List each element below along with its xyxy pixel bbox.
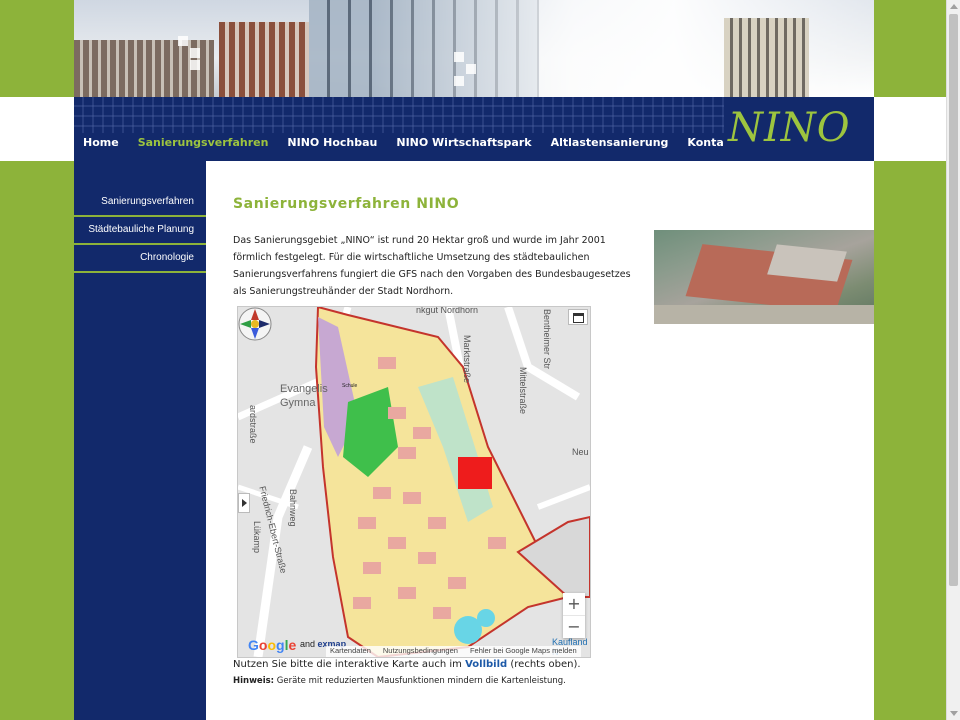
nino-logo: NINO (728, 105, 851, 151)
aerial-street (654, 305, 874, 324)
sidebar-item-label: Chronologie (140, 252, 194, 263)
page-scrollbar[interactable] (946, 0, 960, 720)
scroll-up-arrow-icon[interactable] (950, 4, 958, 9)
sidebar-item-chronologie[interactable]: Chronologie (74, 245, 206, 273)
decor-square (190, 48, 200, 58)
decor-square (454, 76, 464, 86)
map-label-mittelstrasse: Mittelstraße (518, 367, 528, 415)
map-label-neu: Neu (572, 447, 589, 457)
sidebar-item-label: Sanierungsverfahren (101, 196, 194, 207)
nav-sanierungsverfahren[interactable]: Sanierungsverfahren (129, 133, 279, 153)
google-logo: Google (248, 637, 297, 653)
interactive-map[interactable]: nkgut Nordhorn Marktstraße Mittelstraße … (237, 306, 591, 658)
scroll-down-arrow-icon[interactable] (950, 711, 958, 716)
decor-square (190, 60, 200, 70)
scroll-thumb[interactable] (949, 14, 958, 586)
logo-box[interactable]: NINO (724, 97, 874, 161)
decor-square (454, 52, 464, 62)
nav-nino-hochbau[interactable]: NINO Hochbau (278, 133, 387, 153)
map-label-ardstrasse: ardstraße (248, 405, 258, 444)
sidebar-item-sanierungsverfahren[interactable]: Sanierungsverfahren (74, 189, 206, 217)
fullscreen-button[interactable] (568, 309, 588, 325)
sidebar-item-label: Städtebauliche Planung (88, 224, 194, 235)
sidebar-item-staedtebauliche-planung[interactable]: Städtebauliche Planung (74, 217, 206, 245)
attrib-kartendaten[interactable]: Kartendaten (330, 646, 371, 657)
map-label-evangel: Evangelis (280, 383, 328, 395)
map-attribution: Kartendaten Nutzungsbedingungen Fehler b… (326, 646, 581, 657)
map-label-gymn: Gymna (280, 397, 316, 409)
map-label-marktstrasse: Marktstraße (462, 335, 472, 384)
decor-square (466, 64, 476, 74)
note-prefix: Nutzen Sie bitte die interaktive Karte a… (233, 659, 462, 670)
attrib-fehler-melden[interactable]: Fehler bei Google Maps melden (470, 646, 577, 657)
map-label-bahnweg: Bahnweg (288, 489, 298, 527)
main-nav-bar: Home Sanierungsverfahren NINO Hochbau NI… (74, 97, 874, 161)
compass-icon[interactable] (238, 307, 272, 341)
zoom-in-button[interactable]: + (563, 593, 585, 615)
zoom-out-button[interactable]: − (563, 615, 585, 638)
map-label-luekamp: Lükamp (252, 521, 262, 554)
and-text: and (300, 639, 316, 649)
attrib-nutzungsbedingungen[interactable]: Nutzungsbedingungen (383, 646, 458, 657)
map-label-top: nkgut Nordhorn (416, 306, 479, 315)
note-suffix: (rechts oben). (510, 659, 581, 670)
expand-panel-arrow-icon[interactable] (238, 493, 250, 513)
page: Home Sanierungsverfahren NINO Hochbau NI… (74, 0, 874, 720)
decor-square (178, 36, 188, 46)
nav-nino-wirtschaftspark[interactable]: NINO Wirtschaftspark (387, 133, 541, 153)
fullscreen-link[interactable]: Vollbild (465, 659, 507, 670)
map-canvas[interactable] (238, 307, 590, 657)
building-brick (219, 22, 309, 97)
main-nav: Home Sanierungsverfahren NINO Hochbau NI… (74, 133, 746, 153)
nav-altlastensanierung[interactable]: Altlastensanierung (542, 133, 679, 153)
aerial-photo (654, 230, 874, 324)
page-title: Sanierungsverfahren NINO (233, 196, 460, 212)
header-photo (74, 0, 874, 97)
intro-text: Das Sanierungsgebiet „NINO“ ist rund 20 … (233, 235, 631, 297)
sidebar-list: Sanierungsverfahren Städtebauliche Planu… (74, 189, 206, 273)
building-tower (724, 18, 809, 97)
hint-body: Geräte mit reduzierten Mausfunktionen mi… (276, 676, 566, 686)
nav-pattern (74, 97, 724, 133)
map-usage-note: Nutzen Sie bitte die interaktive Karte a… (233, 659, 581, 670)
hint-text: Hinweis: Geräte mit reduzierten Mausfunk… (233, 676, 566, 686)
sidebar: Sanierungsverfahren Städtebauliche Planu… (74, 161, 206, 720)
map-label-bentheimer: Bentheimer Str (542, 309, 552, 370)
hint-label: Hinweis: (233, 676, 275, 686)
zoom-controls: + − (563, 593, 585, 638)
map-label-schule: Schule (342, 383, 358, 389)
nav-home[interactable]: Home (74, 133, 129, 153)
